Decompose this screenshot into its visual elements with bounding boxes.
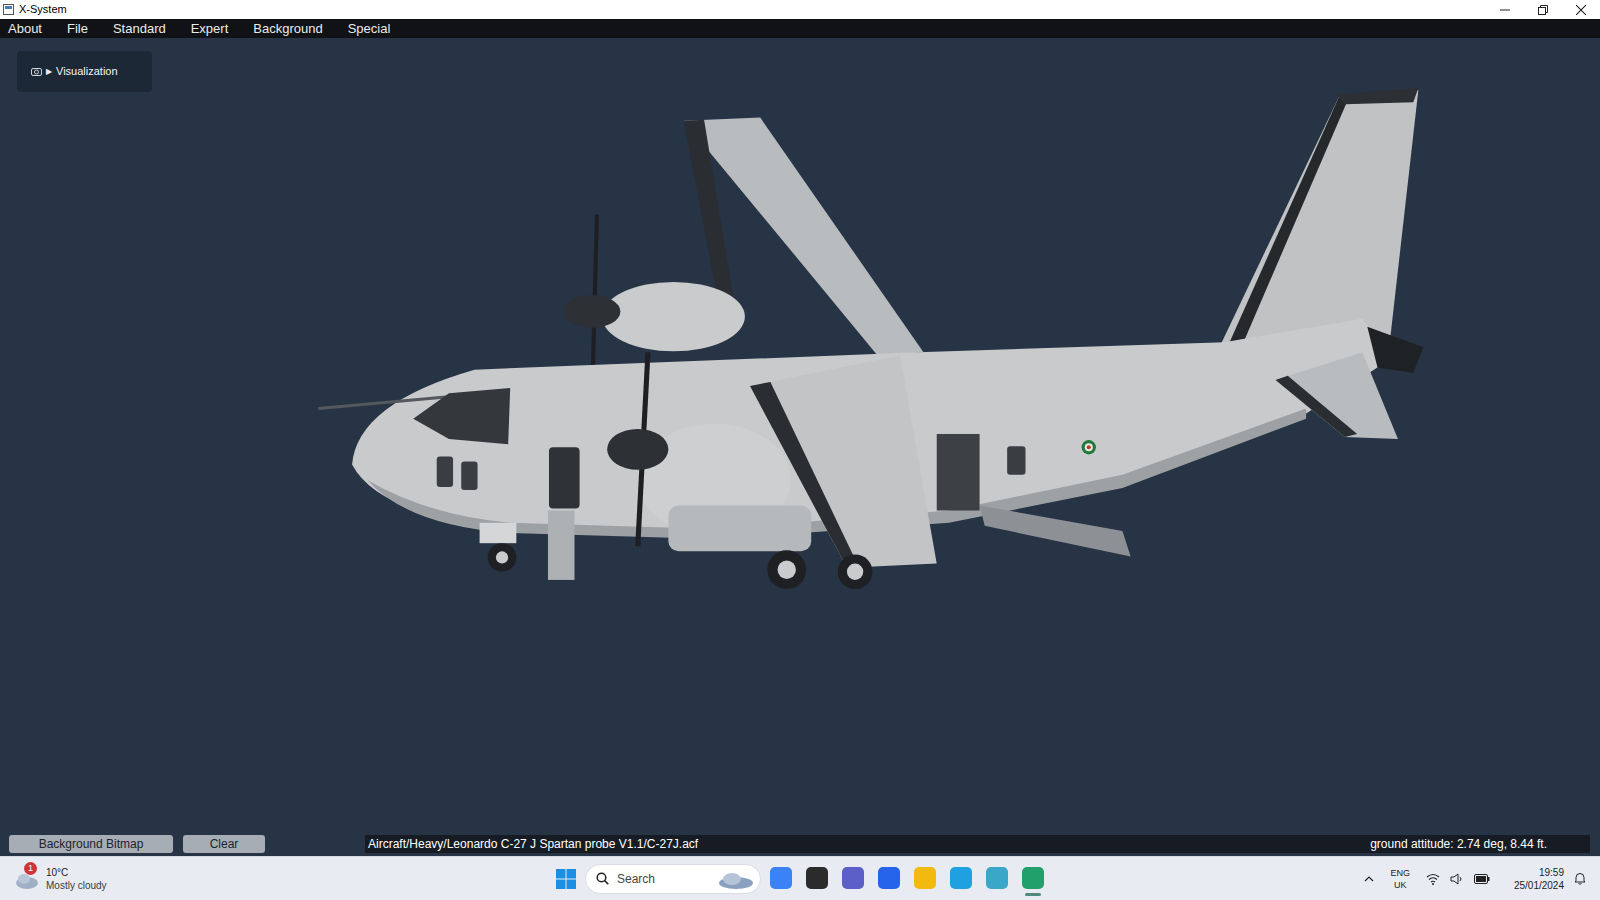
- ground-attitude: ground attitude: 2.74 deg, 8.44 ft.: [1370, 835, 1587, 853]
- app-window: X-System About File Standard Expert Backgrou…: [0, 0, 1600, 900]
- menu-item[interactable]: File: [67, 22, 88, 35]
- windows-icon: [556, 869, 576, 889]
- app-icon: [950, 867, 972, 889]
- app-icon: [770, 867, 792, 889]
- menu-item[interactable]: Expert: [191, 22, 229, 35]
- app-icon: [1022, 867, 1044, 889]
- language-indicator[interactable]: ENG UK: [1384, 867, 1416, 891]
- bell-icon[interactable]: [1574, 872, 1586, 885]
- restore-button[interactable]: [1524, 0, 1562, 19]
- language: ENG: [1390, 867, 1410, 879]
- restore-icon: [1538, 5, 1548, 15]
- file-path: Aircraft/Heavy/Leonardo C-27 J Spartan p…: [368, 835, 698, 853]
- time: 19:59: [1539, 866, 1564, 879]
- menu-item[interactable]: About: [8, 22, 42, 35]
- running-indicator: [881, 893, 897, 896]
- notification-badge: 1: [24, 862, 37, 875]
- search-icon: [596, 872, 609, 885]
- menu-bar: About File Standard Expert Background Special: [0, 19, 1600, 38]
- taskbar-app[interactable]: [979, 859, 1015, 899]
- menu-item[interactable]: Special: [348, 22, 391, 35]
- running-indicator: [809, 893, 825, 896]
- date: 25/01/2024: [1514, 879, 1564, 892]
- taskbar-app[interactable]: [907, 859, 943, 899]
- taskbar: 1 10°C Mostly cloudy Search ENG UK: [0, 856, 1600, 900]
- chevron-up-icon[interactable]: [1364, 876, 1374, 882]
- camera-icon: [31, 67, 42, 76]
- running-indicator: [989, 893, 1005, 896]
- aircraft-render: [0, 38, 1600, 832]
- taskbar-app[interactable]: [835, 859, 871, 899]
- running-indicator: [953, 893, 969, 896]
- title-bar: X-System: [0, 0, 1600, 19]
- app-icon: [3, 4, 14, 15]
- status-row: Background Bitmap Clear Aircraft/Heavy/Le…: [0, 832, 1600, 856]
- clock[interactable]: 19:59 25/01/2024: [1500, 866, 1564, 892]
- status-bar: Aircraft/Heavy/Leonardo C-27 J Spartan p…: [365, 835, 1590, 853]
- running-indicator: [917, 893, 933, 896]
- window-title: X-System: [19, 4, 67, 15]
- viewport: ▶ Visualization: [0, 38, 1600, 832]
- visualization-panel[interactable]: ▶ Visualization: [17, 51, 152, 92]
- taskbar-app[interactable]: [943, 859, 979, 899]
- minimize-button[interactable]: [1486, 0, 1524, 19]
- menu-item[interactable]: Standard: [113, 22, 166, 35]
- taskbar-app[interactable]: [871, 859, 907, 899]
- expand-arrow[interactable]: ▶: [46, 66, 52, 78]
- toolbar-button[interactable]: Clear: [183, 835, 265, 853]
- temperature: 10°C: [46, 866, 107, 879]
- search-box[interactable]: Search: [585, 864, 761, 894]
- region: UK: [1394, 879, 1407, 891]
- app-icon: [842, 867, 864, 889]
- search-highlight-icon: [718, 869, 754, 889]
- weather-widget[interactable]: 1 10°C Mostly cloudy: [0, 866, 400, 892]
- toolbar-button[interactable]: Background Bitmap: [9, 835, 173, 853]
- taskbar-app[interactable]: [763, 859, 799, 899]
- taskbar-app[interactable]: [799, 859, 835, 899]
- search-placeholder: Search: [617, 870, 710, 888]
- close-button[interactable]: [1562, 0, 1600, 19]
- app-icon: [914, 867, 936, 889]
- taskbar-center: Search: [400, 859, 1200, 899]
- app-icon: [986, 867, 1008, 889]
- system-tray: ENG UK 19:59 25/01/2024: [1200, 866, 1600, 892]
- panel-title: Visualization: [56, 63, 118, 80]
- menu-item[interactable]: Background: [253, 22, 322, 35]
- running-indicator: [773, 893, 789, 896]
- start-button[interactable]: [549, 860, 583, 898]
- volume-icon[interactable]: [1450, 873, 1464, 885]
- taskbar-app[interactable]: [1015, 859, 1051, 899]
- app-icon: [878, 867, 900, 889]
- minimize-icon: [1500, 5, 1510, 15]
- running-indicator: [1025, 893, 1041, 896]
- running-indicator: [845, 893, 861, 896]
- battery-icon[interactable]: [1474, 874, 1490, 884]
- wifi-icon[interactable]: [1426, 873, 1440, 885]
- close-icon: [1576, 5, 1586, 15]
- weather-condition: Mostly cloudy: [46, 879, 107, 892]
- app-icon: [806, 867, 828, 889]
